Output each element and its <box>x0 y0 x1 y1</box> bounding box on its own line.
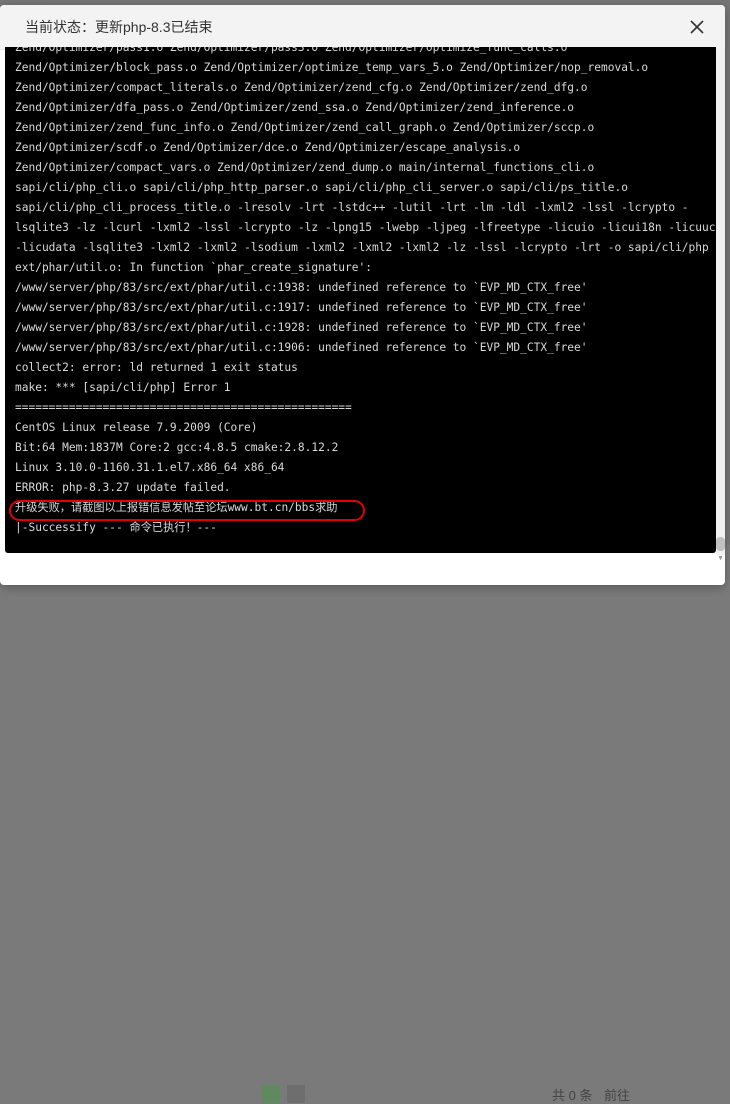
console-line: /www/server/php/83/src/ext/phar/util.c:1… <box>15 281 588 294</box>
scrollbar-track[interactable] <box>716 49 725 555</box>
console-line: /www/server/php/83/src/ext/phar/util.c:1… <box>15 301 588 314</box>
dialog-title-bar: 当前状态：更新php-8.3已结束 <box>0 5 725 50</box>
console-line: collect2: error: ld returned 1 exit stat… <box>15 361 298 374</box>
console-output[interactable]: Zend/Optimizer/pass1.o Zend/Optimizer/pa… <box>5 47 716 553</box>
background-footer-text-2: 前往 <box>604 1088 631 1103</box>
console-line: Zend/Optimizer/zend_func_info.o Zend/Opt… <box>15 121 595 134</box>
console-line: sapi/cli/php_cli_process_title.o -lresol… <box>15 201 689 214</box>
scroll-down-arrow-icon[interactable]: ▼ <box>716 555 725 563</box>
background-footer-text: 共 0 条 <box>552 1088 593 1103</box>
console-line: |-Successify --- 命令已执行！--- <box>15 521 217 534</box>
console-line: /www/server/php/83/src/ext/phar/util.c:1… <box>15 321 588 334</box>
console-line: Zend/Optimizer/scdf.o Zend/Optimizer/dce… <box>15 141 521 154</box>
console-line: ========================================… <box>15 401 352 414</box>
console-line: Bit:64 Mem:1837M Core:2 gcc:4.8.5 cmake:… <box>15 441 339 454</box>
console-line: make: *** [sapi/cli/php] Error 1 <box>15 381 231 394</box>
console-line: -licudata -lsqlite3 -lxml2 -lxml2 -lsodi… <box>15 241 709 254</box>
console-line: CentOS Linux release 7.9.2009 (Core) <box>15 421 258 434</box>
console-line: Zend/Optimizer/pass1.o Zend/Optimizer/pa… <box>15 47 568 54</box>
console-line: Zend/Optimizer/compact_vars.o Zend/Optim… <box>15 161 595 174</box>
console-line: Zend/Optimizer/dfa_pass.o Zend/Optimizer… <box>15 101 575 114</box>
console-line: ext/phar/util.o: In function `phar_creat… <box>15 261 372 274</box>
console-line: lsqlite3 -lz -lcurl -lxml2 -lssl -lcrypt… <box>15 221 716 234</box>
scrollbar-thumb[interactable] <box>716 537 725 551</box>
console-line: Linux 3.10.0-1160.31.1.el7.x86_64 x86_64 <box>15 461 285 474</box>
update-status-dialog: 当前状态：更新php-8.3已结束 Zend/Optimizer/pass1.o… <box>0 5 725 585</box>
console-line: Zend/Optimizer/compact_literals.o Zend/O… <box>15 81 588 94</box>
background-page-button <box>262 1085 280 1103</box>
close-icon <box>690 20 704 34</box>
background-page-button-2 <box>287 1085 305 1103</box>
console-line: Zend/Optimizer/block_pass.o Zend/Optimiz… <box>15 61 649 74</box>
console-line: /www/server/php/83/src/ext/phar/util.c:1… <box>15 341 588 354</box>
close-button[interactable] <box>686 16 708 38</box>
console-line: sapi/cli/php_cli.o sapi/cli/php_http_par… <box>15 181 628 194</box>
dialog-title: 当前状态：更新php-8.3已结束 <box>25 19 213 35</box>
error-highlight-circle <box>9 500 365 521</box>
console-line: ERROR: php-8.3.27 update failed. <box>15 481 231 494</box>
log-lines: Zend/Optimizer/pass1.o Zend/Optimizer/pa… <box>15 47 716 538</box>
